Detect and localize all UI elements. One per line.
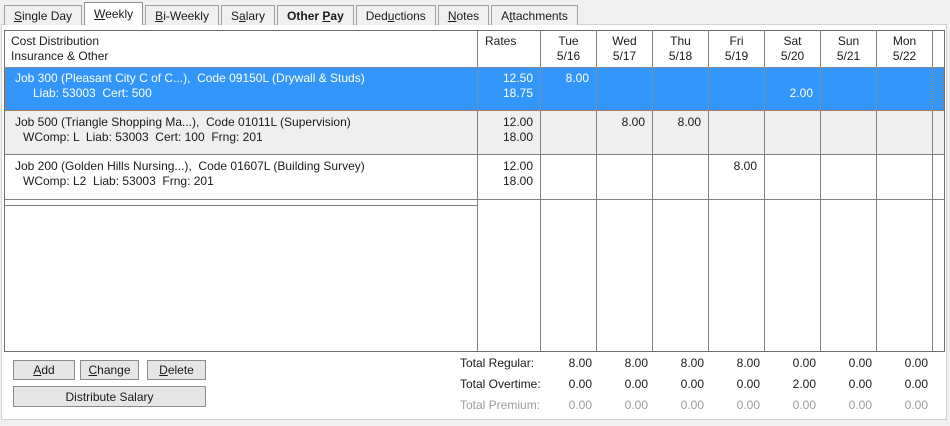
hours-cell-tue (541, 111, 597, 154)
tab-salary[interactable]: Salary (220, 5, 276, 25)
header-day-wed: Wed 5/17 (597, 31, 653, 67)
total-premium-row: Total Premium: 0.00 0.00 0.00 0.00 0.00 … (5, 398, 944, 413)
job-row-300[interactable]: Job 300 (Pleasant City C of C...), Code … (5, 67, 944, 111)
header-filler (933, 31, 944, 67)
header-day-sat: Sat 5/20 (765, 31, 821, 67)
grid-empty-area[interactable] (5, 206, 944, 351)
job-detail: WComp: L2 Liab: 53003 Frng: 201 (23, 174, 214, 188)
hours-cell-sun (821, 67, 877, 110)
job-cell: Job 500 (Triangle Shopping Ma...), Code … (5, 111, 478, 154)
hours-cell-fri: 8.00 (709, 155, 765, 199)
hours-cell-tue: 8.00 (541, 67, 597, 110)
rates-cell: 12.50 18.75 (478, 67, 541, 110)
total-regular-label: Total Regular: (460, 356, 535, 370)
hours-cell-mon (877, 111, 933, 154)
hours-cell-sat (765, 111, 821, 154)
tab-other-pay[interactable]: Other Pay (277, 5, 354, 25)
hours-cell-sun (821, 155, 877, 199)
header-rates: Rates (478, 31, 541, 67)
job-detail: Liab: 53003 Cert: 500 (33, 86, 152, 100)
tab-notes[interactable]: Notes (437, 5, 490, 25)
hours-cell-thu: 8.00 (653, 111, 709, 154)
job-title: Job 200 (Golden Hills Nursing...), Code … (15, 159, 365, 173)
row-filler (933, 67, 944, 110)
hours-cell-sun (821, 111, 877, 154)
hours-cell-thu (653, 155, 709, 199)
hours-cell-tue (541, 155, 597, 199)
tab-bi-weekly[interactable]: Bi-Weekly (145, 5, 219, 25)
header-cost-distribution: Cost Distribution Insurance & Other (5, 31, 478, 67)
header-day-sun: Sun 5/21 (821, 31, 877, 67)
cost-distribution-grid: Cost Distribution Insurance & Other Rate… (4, 30, 945, 352)
total-overtime-row: Total Overtime: 0.00 0.00 0.00 0.00 2.00… (5, 377, 944, 392)
rates-cell: 12.00 18.00 (478, 155, 541, 199)
job-cell: Job 300 (Pleasant City C of C...), Code … (5, 67, 478, 110)
total-overtime-label: Total Overtime: (460, 377, 541, 391)
job-row-200[interactable]: Job 200 (Golden Hills Nursing...), Code … (5, 155, 944, 200)
tab-attachments[interactable]: Attachments (491, 5, 578, 25)
hours-cell-fri (709, 111, 765, 154)
header-day-fri: Fri 5/19 (709, 31, 765, 67)
tab-strip: Single Day Weekly Bi-Weekly Salary Other… (4, 2, 580, 25)
hours-cell-sat: 2.00 (765, 67, 821, 110)
header-day-mon: Mon 5/22 (877, 31, 933, 67)
tab-deductions[interactable]: Deductions (355, 5, 436, 25)
hours-cell-fri (709, 67, 765, 110)
hours-cell-thu (653, 67, 709, 110)
job-cell: Job 200 (Golden Hills Nursing...), Code … (5, 155, 478, 199)
hours-cell-wed (597, 67, 653, 110)
job-row-500[interactable]: Job 500 (Triangle Shopping Ma...), Code … (5, 111, 944, 155)
hours-cell-mon (877, 67, 933, 110)
total-regular-row: Total Regular: 8.00 8.00 8.00 8.00 0.00 … (5, 356, 944, 371)
header-day-tue: Tue 5/16 (541, 31, 597, 67)
row-filler (933, 111, 944, 154)
hours-cell-wed: 8.00 (597, 111, 653, 154)
header-day-thu: Thu 5/18 (653, 31, 709, 67)
job-title: Job 300 (Pleasant City C of C...), Code … (15, 71, 365, 85)
hours-cell-sat (765, 155, 821, 199)
hours-cell-mon (877, 155, 933, 199)
job-detail: WComp: L Liab: 53003 Cert: 100 Frng: 201 (23, 130, 263, 144)
tab-single-day[interactable]: Single Day (4, 5, 83, 25)
job-title: Job 500 (Triangle Shopping Ma...), Code … (15, 115, 351, 129)
total-premium-label: Total Premium: (460, 398, 541, 412)
rates-cell: 12.00 18.00 (478, 111, 541, 154)
row-filler (933, 155, 944, 199)
grid-header-row: Cost Distribution Insurance & Other Rate… (5, 31, 944, 67)
hours-cell-wed (597, 155, 653, 199)
tab-weekly[interactable]: Weekly (84, 2, 144, 25)
payroll-time-entry-window: { "tabs": [ {"pre":"","u":"S","post":"in… (0, 0, 950, 426)
